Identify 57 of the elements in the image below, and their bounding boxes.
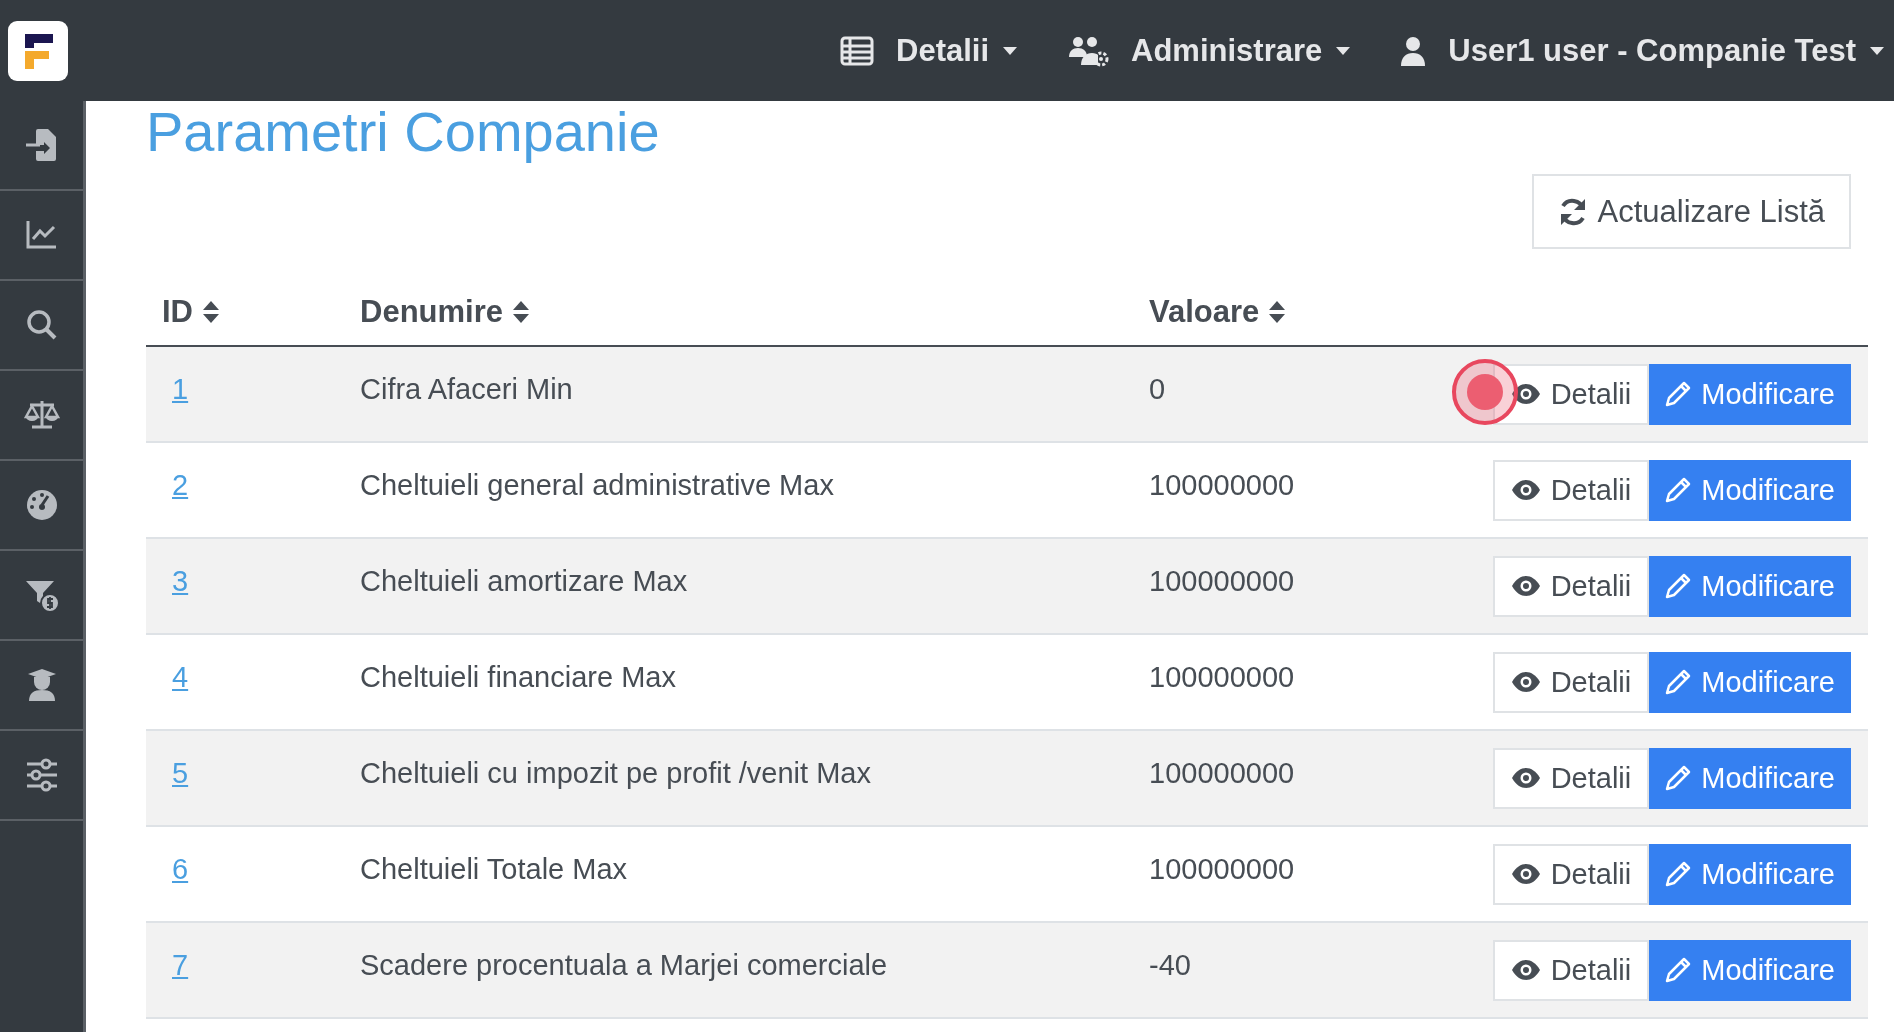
nav-menu[interactable]: Detalii bbox=[896, 32, 1018, 69]
users-gear-icon bbox=[1067, 34, 1110, 67]
column-header[interactable]: Valoare bbox=[1149, 294, 1260, 330]
parameter-name: Cheltuieli financiare Max bbox=[360, 661, 676, 693]
eye-icon bbox=[1510, 959, 1541, 981]
details-button[interactable]: Detalii bbox=[1492, 459, 1650, 521]
details-button[interactable]: Detalii bbox=[1492, 939, 1650, 1001]
details-button[interactable]: Detalii bbox=[1492, 363, 1650, 425]
user-icon bbox=[1400, 35, 1427, 66]
parameter-name: Scadere procentuala a Marjei comerciale bbox=[360, 949, 888, 981]
eye-icon bbox=[1510, 479, 1541, 501]
pencil-icon bbox=[1665, 477, 1692, 503]
pencil-icon bbox=[1665, 573, 1692, 599]
details-button[interactable]: Detalii bbox=[1492, 651, 1650, 713]
column-header[interactable]: Denumire bbox=[360, 294, 503, 330]
eye-icon bbox=[1510, 671, 1541, 693]
app-logo[interactable] bbox=[8, 20, 68, 81]
parameter-name: Cheltuieli cu impozit pe profit /venit Max bbox=[360, 757, 871, 789]
parameter-name: Cheltuieli amortizare Max bbox=[360, 565, 688, 597]
pencil-icon bbox=[1665, 861, 1692, 887]
parameter-value: 100000000 bbox=[1149, 661, 1295, 693]
parameter-name: Cheltuieli general administrative Max bbox=[360, 469, 834, 501]
caret-icon bbox=[1003, 46, 1018, 55]
table-list-icon bbox=[840, 35, 874, 66]
edit-button[interactable]: Modificare bbox=[1649, 459, 1851, 521]
eye-icon bbox=[1510, 863, 1541, 885]
eye-icon bbox=[1510, 767, 1541, 789]
eye-icon bbox=[1510, 383, 1541, 405]
edit-button[interactable]: Modificare bbox=[1649, 651, 1851, 713]
edit-button[interactable]: Modificare bbox=[1649, 939, 1851, 1001]
refresh-list-button[interactable]: Actualizare Listă bbox=[1531, 174, 1851, 249]
caret-icon bbox=[1870, 46, 1884, 55]
pencil-icon bbox=[1665, 669, 1692, 695]
page-title: Parametri Companie bbox=[146, 101, 660, 165]
parameter-name: Cheltuieli Totale Max bbox=[360, 853, 628, 885]
parameter-value: 100000000 bbox=[1149, 565, 1295, 597]
parameter-value: -40 bbox=[1149, 949, 1191, 981]
details-button[interactable]: Detalii bbox=[1492, 843, 1650, 905]
parameter-name: Cifra Afaceri Min bbox=[360, 373, 573, 405]
edit-button[interactable]: Modificare bbox=[1649, 843, 1851, 905]
edit-button[interactable]: Modificare bbox=[1649, 363, 1851, 425]
edit-button[interactable]: Modificare bbox=[1649, 555, 1851, 617]
pencil-icon bbox=[1665, 765, 1692, 791]
parameter-value: 100000000 bbox=[1149, 853, 1295, 885]
details-button[interactable]: Detalii bbox=[1492, 747, 1650, 809]
details-button[interactable]: Detalii bbox=[1492, 555, 1650, 617]
eye-icon bbox=[1510, 575, 1541, 597]
parameter-value: 0 bbox=[1149, 373, 1166, 405]
parameter-value: 100000000 bbox=[1149, 757, 1295, 789]
parameter-value: 100000000 bbox=[1149, 469, 1295, 501]
nav-menu[interactable]: Administrare bbox=[1131, 32, 1351, 69]
edit-button[interactable]: Modificare bbox=[1649, 747, 1851, 809]
pencil-icon bbox=[1665, 381, 1692, 407]
column-header[interactable]: ID bbox=[162, 294, 193, 330]
pencil-icon bbox=[1665, 957, 1692, 983]
caret-icon bbox=[1336, 46, 1351, 55]
nav-menu[interactable]: User1 user - Companie Test bbox=[1448, 32, 1884, 69]
